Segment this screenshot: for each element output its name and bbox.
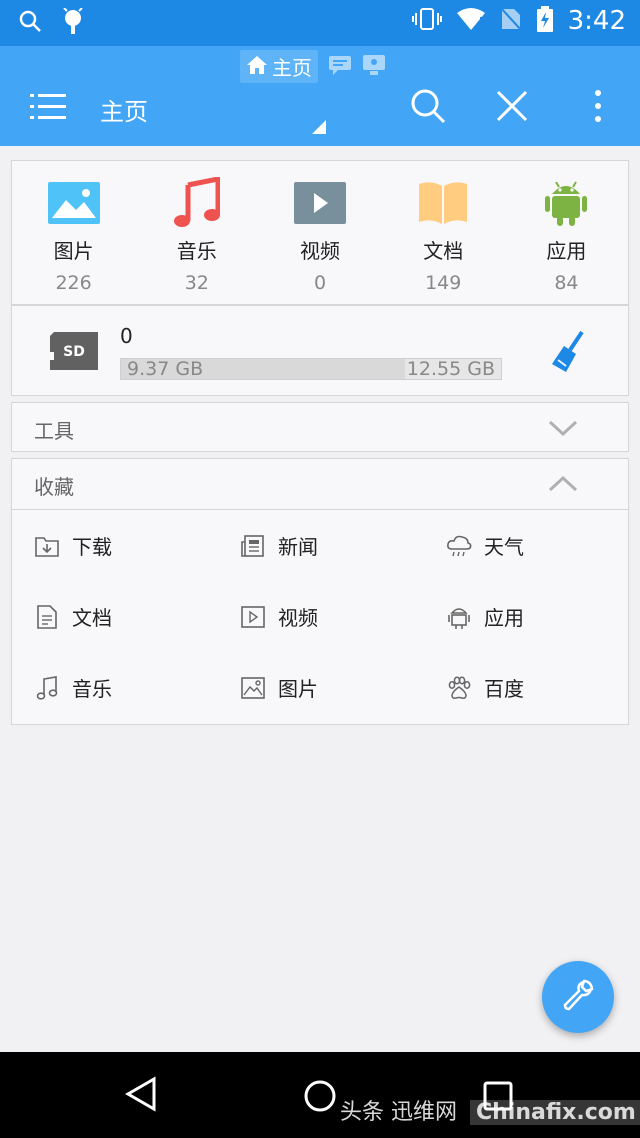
favorite-pictures[interactable]: 图片 [218,652,424,723]
favorite-label: 下载 [72,535,112,559]
window-tabs: 主页 [240,50,386,83]
favorite-video[interactable]: 视频 [218,581,424,652]
category-count: 32 [184,272,209,294]
android-notification-icon [62,7,84,38]
storage-card[interactable]: SD 0 9.37 GB 12.55 GB [11,305,629,396]
favorite-label: 图片 [278,677,318,701]
watermark-site: Chinafix.com [470,1100,640,1125]
category-count: 0 [313,272,327,294]
menu-button[interactable] [30,92,70,122]
music-icon [168,177,226,229]
video-icon [291,177,349,229]
favorite-label: 视频 [278,606,318,630]
storage-usage-bar: 9.37 GB 12.55 GB [120,358,502,380]
favorite-weather[interactable]: 天气 [424,510,630,581]
android-icon [537,177,595,229]
favorite-downloads[interactable]: 下载 [12,510,218,581]
clean-broom-icon[interactable] [550,330,586,378]
category-images[interactable]: 图片 226 [12,161,135,304]
weather-icon [446,533,472,559]
favorite-music[interactable]: 音乐 [12,652,218,723]
picture-icon [240,675,266,701]
vibrate-icon [411,7,442,35]
favorite-news[interactable]: 新闻 [218,510,424,581]
image-icon [45,177,103,229]
category-label: 音乐 [176,239,217,263]
tab-home-label: 主页 [272,56,312,80]
category-label: 图片 [53,239,94,263]
favorite-documents[interactable]: 文档 [12,581,218,652]
tools-section[interactable]: 工具 [11,402,629,452]
tab-home[interactable]: 主页 [240,50,318,83]
watermark: 头条 迅维网 Chinafix.com [340,1094,640,1126]
storage-total-text: 12.55 GB [406,358,495,380]
favorite-apps[interactable]: 应用 [424,581,630,652]
search-button[interactable] [408,86,448,126]
music-note-icon [34,675,60,701]
status-bar: 3:42 [0,0,640,46]
favorite-label: 新闻 [278,535,318,559]
category-count: 226 [55,272,92,294]
category-count: 84 [554,272,579,294]
system-nav-bar: 头条 迅维网 Chinafix.com [0,1052,640,1138]
clock: 3:42 [567,6,626,36]
no-sim-icon [498,6,523,35]
tools-fab-button[interactable] [542,961,614,1033]
app-toolbar: 主页 主页 [0,46,640,146]
favorites-title: 收藏 [34,475,74,499]
news-icon [240,533,266,559]
category-music[interactable]: 音乐 32 [135,161,258,304]
favorite-baidu[interactable]: 百度 [424,652,630,723]
favorite-label: 音乐 [72,677,112,701]
storage-used-text: 9.37 GB [127,358,204,380]
favorite-label: 百度 [484,677,524,701]
favorites-section-header[interactable]: 收藏 [11,458,629,510]
wifi-icon [456,7,486,35]
more-options-button[interactable] [590,88,606,124]
video-file-icon [240,604,266,630]
baidu-paw-icon [446,675,472,701]
wrench-icon [561,978,595,1016]
category-label: 文档 [423,239,464,263]
favorite-label: 天气 [484,535,524,559]
download-folder-icon [34,533,60,559]
app-icon [446,604,472,630]
home-icon [246,55,268,79]
category-documents[interactable]: 文档 149 [382,161,505,304]
category-panel: 图片 226 音乐 32 视频 0 文档 149 应用 84 [11,160,629,305]
book-icon [414,177,472,229]
document-icon [34,604,60,630]
home-button[interactable] [302,1078,338,1118]
battery-charging-icon [536,6,554,36]
category-label: 应用 [546,239,587,263]
remote-window-icon[interactable] [362,54,386,80]
watermark-text: 头条 迅维网 [340,1100,457,1125]
storage-name: 0 [120,324,133,348]
chevron-down-icon[interactable] [548,419,578,441]
category-label: 视频 [300,239,340,263]
sd-card-icon: SD [48,330,100,376]
dropdown-indicator[interactable] [312,120,326,134]
favorites-grid: 下载 新闻 天气 文档 视频 应用 音乐 图片 百度 [11,510,629,725]
search-icon [18,9,42,37]
tools-title: 工具 [34,419,74,443]
chevron-up-icon[interactable] [548,475,578,497]
close-button[interactable] [494,88,530,124]
category-count: 149 [425,272,462,294]
back-button[interactable] [124,1076,160,1116]
favorite-label: 应用 [484,606,524,630]
svg-text:SD: SD [63,344,85,360]
category-video[interactable]: 视频 0 [258,161,381,304]
page-title: 主页 [100,98,148,126]
favorite-label: 文档 [72,606,112,630]
category-apps[interactable]: 应用 84 [505,161,628,304]
chat-window-icon[interactable] [328,55,352,79]
